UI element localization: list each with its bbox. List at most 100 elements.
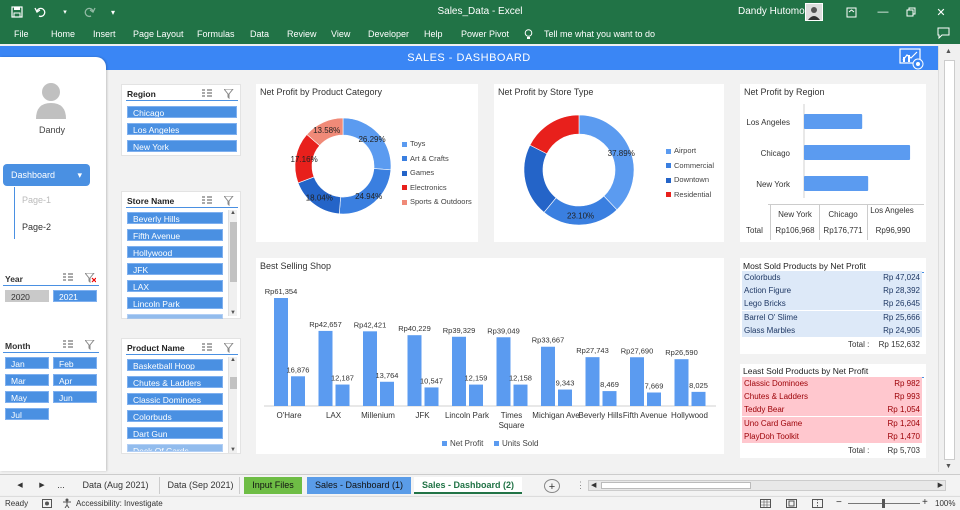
sheet-tab-input-files[interactable]: Input Files (244, 477, 302, 494)
month-jul[interactable]: Jul (5, 408, 49, 420)
store-fifth-avenue[interactable]: Fifth Avenue (127, 229, 223, 241)
multi-select-icon[interactable] (63, 273, 73, 284)
scroll-up-icon[interactable]: ▲ (229, 210, 237, 216)
year-2021[interactable]: 2021 (53, 290, 97, 302)
multi-select-icon[interactable] (202, 89, 212, 100)
tab-power-pivot[interactable]: Power Pivot (461, 29, 509, 39)
sheet-tab-data-aug[interactable]: Data (Aug 2021) (72, 477, 160, 494)
zoom-in-icon[interactable]: + (922, 497, 928, 508)
shop-bar-units-sold[interactable] (291, 376, 305, 406)
zoom-slider-thumb[interactable] (882, 499, 885, 508)
month-jun[interactable]: Jun (53, 391, 97, 403)
scroll-thumb[interactable] (944, 60, 955, 460)
accessibility-icon[interactable] (62, 498, 72, 510)
macro-record-icon[interactable] (42, 499, 52, 510)
scroll-left-icon[interactable]: ◀ (591, 481, 596, 489)
store-jfk[interactable]: JFK (127, 263, 223, 275)
shop-bar-units-sold[interactable] (691, 391, 706, 406)
shop-bar-net-profit[interactable] (363, 331, 377, 406)
sheet-prev-icon[interactable]: ◀ (14, 477, 26, 494)
product-chutes-ladders[interactable]: Chutes & Ladders (127, 376, 223, 388)
product-deck-of-cards[interactable]: Deck Of Cards (127, 444, 223, 452)
product-slicer-scrollbar[interactable]: ▲ ▼ (228, 357, 237, 453)
product-basketball-hoop[interactable]: Basketball Hoop (127, 359, 223, 371)
scroll-down-icon[interactable]: ▼ (229, 310, 237, 316)
store-michigan-ave[interactable]: Michigan Ave (127, 314, 223, 319)
page-break-view-icon[interactable] (812, 499, 823, 510)
shop-bar-net-profit[interactable] (452, 336, 466, 406)
scroll-down-icon[interactable]: ▼ (229, 447, 237, 453)
tab-developer[interactable]: Developer (368, 29, 409, 39)
tab-formulas[interactable]: Formulas (197, 29, 235, 39)
clear-filter-icon[interactable] (83, 272, 97, 285)
shop-bar-units-sold[interactable] (602, 391, 617, 406)
shop-bar-net-profit[interactable] (318, 330, 333, 406)
clear-filter-icon[interactable] (83, 339, 96, 352)
month-may[interactable]: May (5, 391, 49, 403)
tab-data[interactable]: Data (250, 29, 269, 39)
restore-icon[interactable] (902, 3, 920, 21)
store-lax[interactable]: LAX (127, 280, 223, 292)
sheet-tab-dashboard-1[interactable]: Sales - Dashboard (1) (307, 477, 411, 494)
add-sheet-icon[interactable]: + (544, 479, 560, 493)
donut-slice-airport[interactable] (578, 114, 635, 211)
scroll-thumb[interactable] (601, 482, 751, 489)
multi-select-icon[interactable] (202, 196, 212, 207)
account-avatar[interactable] (805, 3, 823, 21)
multi-select-icon[interactable] (202, 343, 212, 354)
month-apr[interactable]: Apr (53, 374, 97, 386)
tab-page-layout[interactable]: Page Layout (133, 29, 184, 39)
month-mar[interactable]: Mar (5, 374, 49, 386)
close-icon[interactable]: ✕ (932, 3, 950, 21)
sheet-tab-dashboard-2[interactable]: Sales - Dashboard (2) (414, 477, 522, 494)
region-bar-new-york[interactable] (804, 176, 869, 191)
month-jan[interactable]: Jan (5, 357, 49, 369)
product-dart-gun[interactable]: Dart Gun (127, 427, 223, 439)
worksheet-vertical-scrollbar[interactable]: ▲ ▼ (938, 46, 960, 472)
month-feb[interactable]: Feb (53, 357, 97, 369)
scroll-right-icon[interactable]: ▶ (938, 481, 943, 489)
store-slicer-scrollbar[interactable]: ▲ ▼ (228, 210, 237, 316)
product-colorbuds[interactable]: Colorbuds (127, 410, 223, 422)
comments-icon[interactable] (937, 27, 950, 41)
shop-bar-net-profit[interactable] (541, 346, 555, 406)
scroll-thumb[interactable] (230, 222, 237, 282)
sheet-tab-data-sep[interactable]: Data (Sep 2021) (162, 477, 240, 494)
store-beverly-hills[interactable]: Beverly Hills (127, 212, 223, 224)
best-selling-shop-chart[interactable]: Best Selling Shop Rp61,354 16,876 O'Hare Rp… (256, 258, 724, 454)
tab-home[interactable]: Home (51, 29, 75, 39)
year-2020[interactable]: 2020 (5, 290, 49, 302)
horizontal-scrollbar[interactable]: ◀ ▶ (588, 480, 946, 491)
shop-bar-units-sold[interactable] (469, 384, 483, 406)
nav-page-2[interactable]: Page-2 (22, 222, 51, 232)
zoom-out-icon[interactable]: − (836, 497, 842, 508)
zoom-slider[interactable] (848, 499, 920, 508)
region-bar-chicago[interactable] (804, 145, 911, 160)
store-type-chart[interactable]: Net Profit by Store Type 37.89% 23.10% Ai… (494, 84, 724, 242)
donut-slice-residential[interactable] (529, 114, 580, 155)
shop-bar-units-sold[interactable] (558, 389, 572, 406)
ribbon-display-options-icon[interactable] (842, 3, 860, 21)
region-chart[interactable]: Net Profit by Region Los Angeles Chicago N… (740, 84, 926, 242)
shop-bar-units-sold[interactable] (647, 392, 661, 406)
sheet-tab-more[interactable]: ... (54, 477, 68, 494)
tell-me-box[interactable]: Tell me what you want to do (544, 29, 655, 39)
region-los-angeles[interactable]: Los Angeles (127, 123, 237, 135)
shop-bar-net-profit[interactable] (630, 357, 644, 406)
accessibility-status[interactable]: Accessibility: Investigate (76, 499, 163, 508)
minimize-icon[interactable]: — (874, 3, 892, 21)
product-classic-dominoes[interactable]: Classic Dominoes (127, 393, 223, 405)
account-name[interactable]: Dandy Hutomo (738, 6, 805, 17)
region-chicago[interactable]: Chicago (127, 106, 237, 118)
tab-help[interactable]: Help (424, 29, 443, 39)
tab-view[interactable]: View (331, 29, 350, 39)
scroll-thumb[interactable] (230, 377, 237, 389)
scroll-up-icon[interactable]: ▲ (945, 48, 952, 55)
multi-select-icon[interactable] (63, 340, 73, 351)
scroll-up-icon[interactable]: ▲ (229, 357, 237, 363)
region-bar-los-angeles[interactable] (804, 114, 863, 129)
zoom-level[interactable]: 100% (935, 499, 955, 508)
store-lincoln-park[interactable]: Lincoln Park (127, 297, 223, 309)
shop-bar-net-profit[interactable] (407, 335, 422, 406)
nav-page-1[interactable]: Page-1 (22, 195, 51, 205)
